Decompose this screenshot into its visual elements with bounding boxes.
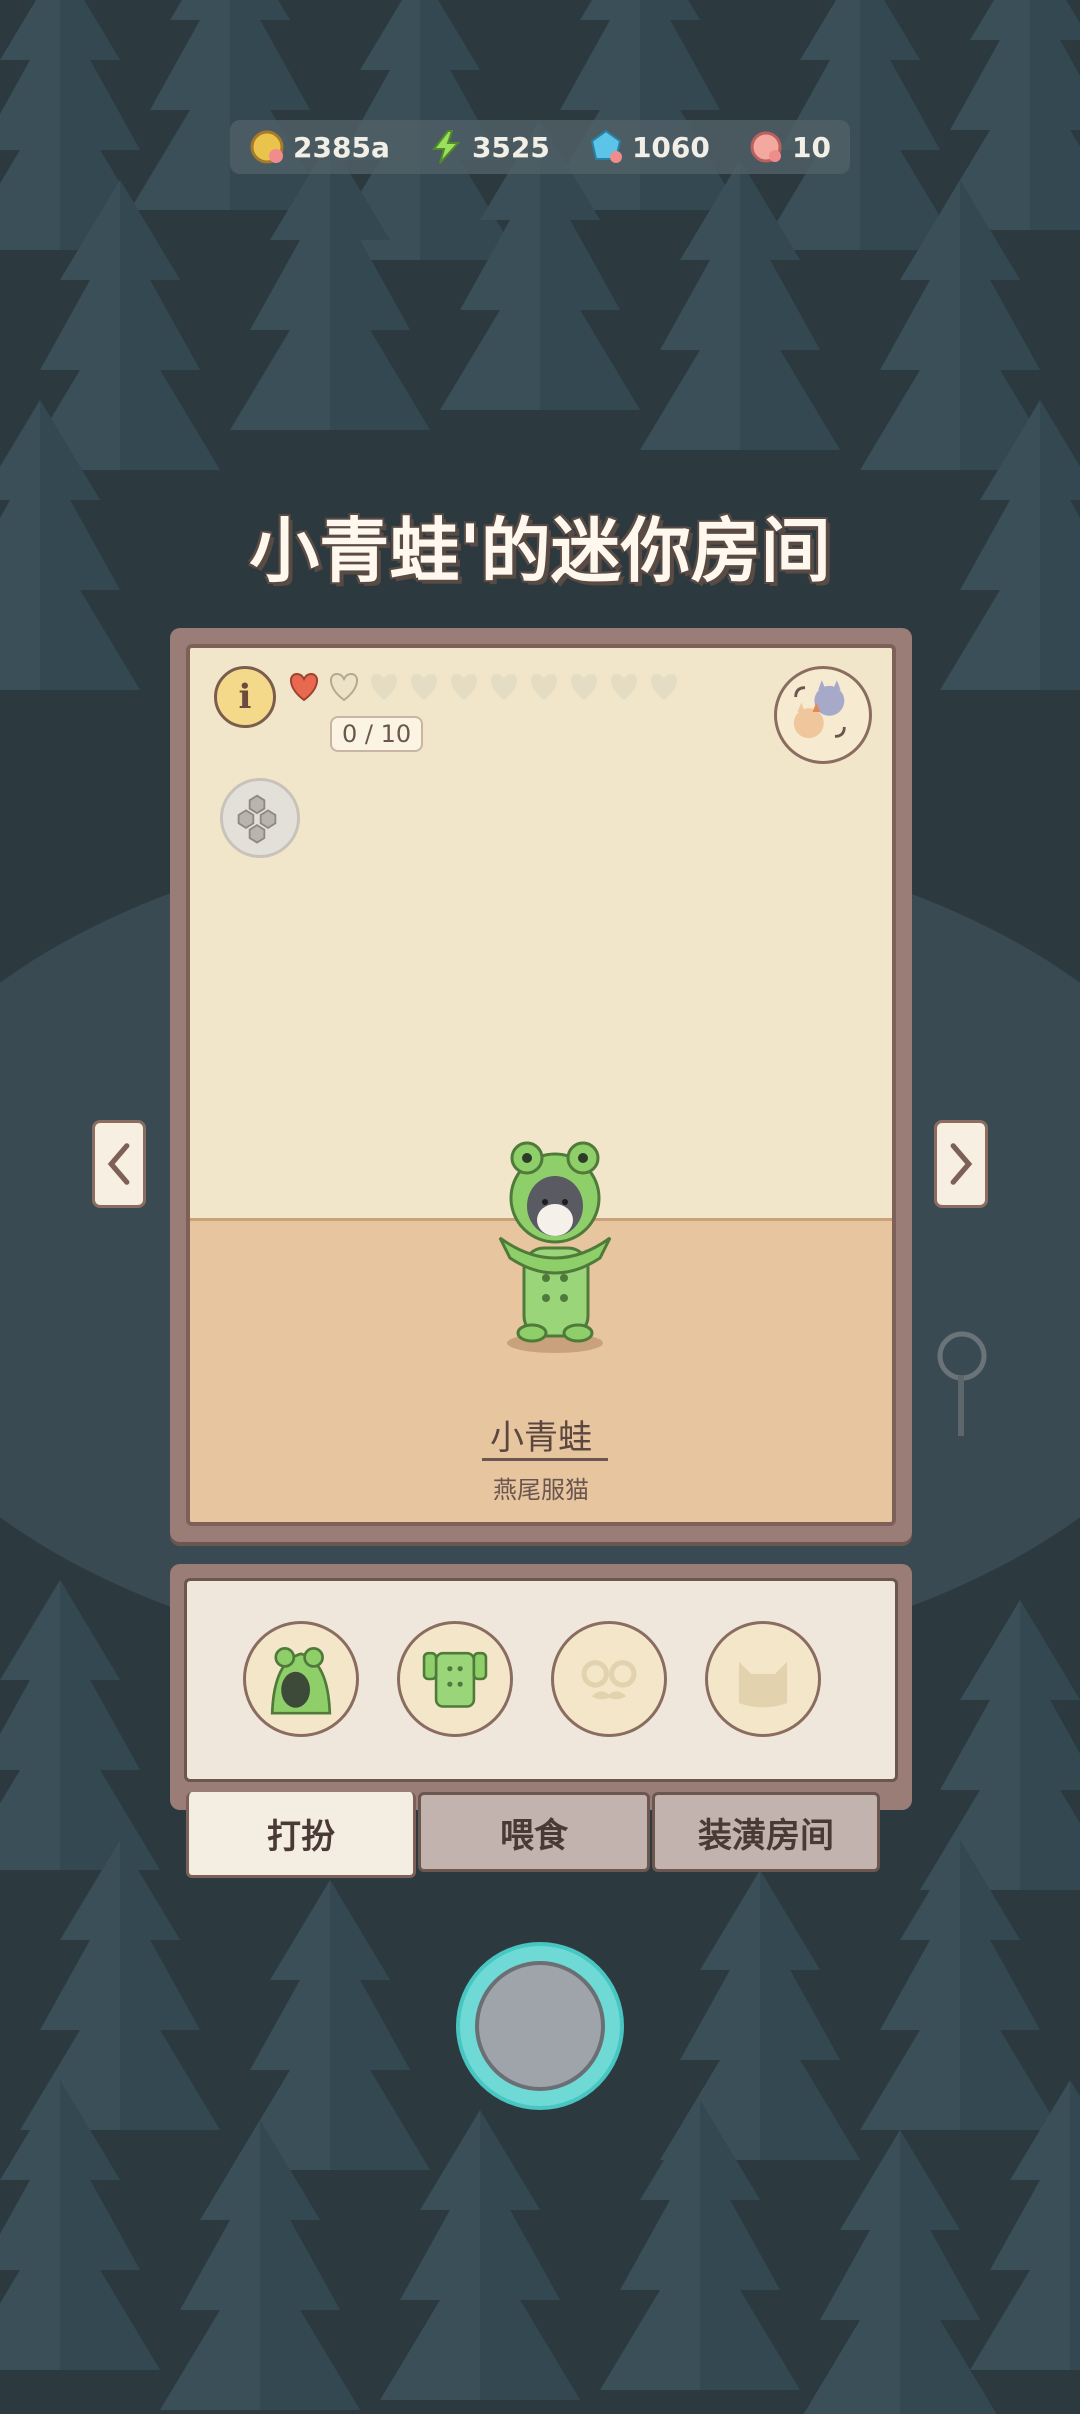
heart-empty-icon <box>450 674 478 700</box>
affection-counter: 0 / 10 <box>330 716 424 752</box>
gem-counter[interactable]: 1060 <box>588 129 710 165</box>
clothes-slot[interactable] <box>397 1621 513 1737</box>
previous-room-button[interactable] <box>92 1120 146 1208</box>
cat-breed: 燕尾服猫 <box>493 1476 589 1504</box>
energy-value: 3525 <box>471 130 550 164</box>
gem-value: 1060 <box>631 130 710 164</box>
frog-coat-icon <box>422 1651 488 1708</box>
main-action-button[interactable] <box>460 1946 620 2106</box>
affection-hearts <box>286 670 682 702</box>
accessory-slot[interactable] <box>705 1621 821 1737</box>
tab-feed[interactable]: 喂食 <box>418 1792 650 1872</box>
honeycomb-button[interactable] <box>220 778 300 858</box>
tab-decorate-room[interactable]: 装潢房间 <box>652 1792 880 1872</box>
honeycomb-icon <box>237 794 277 844</box>
frog-hat-icon <box>270 1647 332 1715</box>
ticket-icon <box>750 131 782 163</box>
heart-empty-icon <box>370 674 398 700</box>
coin-counter[interactable]: 2385a <box>249 129 390 165</box>
heart-empty-icon <box>530 674 558 700</box>
tab-dress-up[interactable]: 打扮 <box>186 1792 416 1878</box>
outfit-panel <box>170 1564 912 1810</box>
page-title: 小青蛙'的迷你房间 <box>249 510 831 592</box>
next-room-button[interactable] <box>934 1120 988 1208</box>
heart-empty-icon <box>410 674 438 700</box>
outfit-slots <box>184 1578 898 1782</box>
coin-icon <box>250 130 284 164</box>
heart-empty-icon <box>650 674 678 700</box>
room-card: i 0 / 10 小青蛙 燕尾服猫 <box>170 628 912 1542</box>
glasses-slot[interactable] <box>551 1621 667 1737</box>
chevron-left-icon <box>107 1143 130 1185</box>
glasses-mustache-icon <box>581 1660 637 1700</box>
heart-empty-icon <box>330 672 358 702</box>
coin-value: 2385a <box>293 130 390 164</box>
info-button[interactable]: i <box>214 666 276 728</box>
energy-counter[interactable]: 3525 <box>428 129 550 165</box>
action-button-core <box>475 1961 605 2091</box>
room-view: i 0 / 10 小青蛙 燕尾服猫 <box>186 644 896 1526</box>
swap-cats-icon <box>793 680 846 739</box>
ticket-value: 10 <box>791 130 831 164</box>
energy-icon <box>431 130 461 164</box>
chevron-right-icon <box>950 1143 973 1185</box>
heart-empty-icon <box>610 674 638 700</box>
cat-head-icon <box>738 1661 788 1708</box>
ticket-counter[interactable]: 10 <box>748 129 831 165</box>
heart-filled-icon <box>290 672 318 702</box>
hat-slot[interactable] <box>243 1621 359 1737</box>
name-divider <box>482 1458 608 1461</box>
cat-name: 小青蛙 <box>490 1418 592 1458</box>
heart-empty-icon <box>490 674 518 700</box>
frog-costume-cat[interactable] <box>480 1128 630 1358</box>
heart-empty-icon <box>570 674 598 700</box>
resource-bar: 2385a 3525 1060 10 <box>230 120 850 174</box>
gem-icon <box>590 129 622 163</box>
switch-cat-button[interactable] <box>774 666 872 764</box>
